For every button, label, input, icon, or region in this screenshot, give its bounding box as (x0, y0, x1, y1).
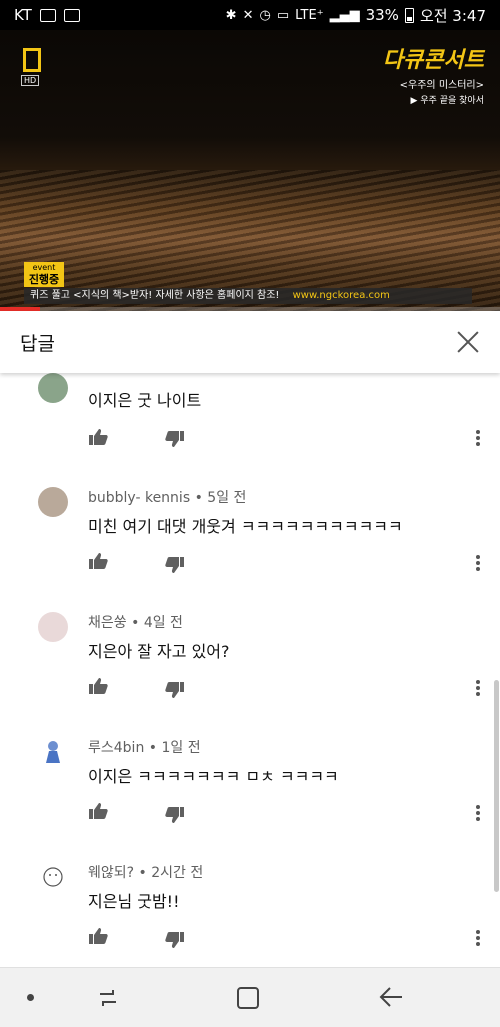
scrollbar[interactable] (494, 680, 499, 892)
avatar[interactable] (38, 737, 68, 767)
thumb-down-icon[interactable] (165, 931, 185, 949)
thumb-down-icon[interactable] (165, 806, 185, 824)
clock: 오전 3:47 (419, 6, 486, 25)
thumb-down-icon[interactable] (165, 430, 185, 448)
mute-icon: ✕ (242, 7, 254, 23)
comment-meta: 채은쑹 • 4일 전 (88, 615, 183, 631)
nav-dot-icon[interactable] (27, 994, 34, 1001)
comment-meta: 웨않되? • 2시간 전 (88, 865, 204, 881)
close-icon[interactable] (456, 330, 480, 354)
thumb-up-icon[interactable] (88, 428, 108, 446)
more-vert-icon[interactable] (470, 428, 486, 450)
comment-time: 5일 전 (207, 490, 247, 506)
comment-text: 이지은 ㅋㅋㅋㅋㅋㅋㅋ ㅁㅊ ㅋㅋㅋㅋ (88, 767, 339, 786)
hd-badge: HD (21, 75, 40, 86)
comment-time: 2시간 전 (151, 865, 204, 881)
replies-header: 답글 (0, 311, 500, 373)
more-vert-icon[interactable] (470, 928, 486, 950)
comment-time: 4일 전 (143, 615, 183, 631)
program-title: 다큐콘서트 (382, 48, 484, 73)
program-episode: ▶ 우주 끝을 찾아서 (410, 96, 484, 106)
program-title-overlay: 다큐콘서트 <우주의 미스터리> ▶ 우주 끝을 찾아서 (383, 42, 484, 106)
comment-text: 지은아 잘 자고 있어? (88, 642, 230, 661)
thumb-up-icon[interactable] (88, 927, 108, 945)
comment-author[interactable]: 채은쑹 (88, 615, 127, 631)
comment-item: 루스4bin • 1일 전 이지은 ㅋㅋㅋㅋㅋㅋㅋ ㅁㅊ ㅋㅋㅋㅋ (0, 737, 500, 862)
signal-icon: ▂▄▆ (329, 7, 360, 23)
avatar[interactable] (38, 612, 68, 642)
thumb-down-icon[interactable] (165, 556, 185, 574)
comment-author[interactable]: 웨않되? (88, 865, 134, 881)
comment-text: 미친 여기 대댓 개웃겨 ㅋㅋㅋㅋㅋㅋㅋㅋㅋㅋㅋ (88, 517, 403, 536)
back-icon[interactable] (378, 985, 404, 1009)
comment-item: 이지은 굿 나이트 (0, 373, 500, 462)
hd-voice-icon: ▭ (276, 7, 290, 23)
thumb-up-icon[interactable] (88, 677, 108, 695)
avatar-figure-icon (46, 741, 60, 763)
image-icon (39, 8, 56, 22)
ticker-banner: 퀴즈 풀고 <지식의 책>받자! 자세한 사항은 홈페이지 참조! www.ng… (24, 288, 472, 304)
gallery-icon (63, 8, 80, 22)
avatar[interactable] (38, 373, 68, 403)
event-label: event (32, 263, 56, 272)
bluetooth-icon: ✱ (225, 7, 237, 23)
network-label: LTE⁺ (295, 7, 324, 23)
alarm-icon: ◷ (259, 7, 271, 23)
comment-text: 이지은 굿 나이트 (88, 391, 202, 410)
replies-list[interactable]: 이지은 굿 나이트 bubbly- kennis • 5일 전 미친 여기 대댓… (0, 373, 500, 967)
more-vert-icon[interactable] (470, 553, 486, 575)
battery-icon (404, 7, 414, 23)
recent-apps-icon[interactable] (97, 988, 119, 1008)
event-badge: event 진행중 (24, 262, 64, 287)
comment-item: 웨않되? • 2시간 전 지은님 굿밤!! (0, 862, 500, 967)
carrier-label: KT (14, 6, 32, 24)
comment-item: 채은쑹 • 4일 전 지은아 잘 자고 있어? (0, 612, 500, 737)
event-status: 진행중 (28, 273, 60, 286)
status-bar: KT ✱ ✕ ◷ ▭ LTE⁺ ▂▄▆ 33% 오전 3:47 (0, 0, 500, 30)
battery-percent: 33% (365, 6, 399, 24)
thumb-down-icon[interactable] (165, 681, 185, 699)
avatar-doodle-icon (43, 867, 63, 887)
comment-text: 지은님 굿밤!! (88, 892, 180, 911)
video-player[interactable]: HD 다큐콘서트 <우주의 미스터리> ▶ 우주 끝을 찾아서 event 진행… (0, 30, 500, 311)
comment-meta: bubbly- kennis • 5일 전 (88, 490, 247, 506)
ticker-text: 퀴즈 풀고 <지식의 책>받자! 자세한 사항은 홈페이지 참조! (30, 290, 280, 301)
comment-author[interactable]: 루스4bin (88, 740, 144, 756)
comment-item: bubbly- kennis • 5일 전 미친 여기 대댓 개웃겨 ㅋㅋㅋㅋㅋ… (0, 487, 500, 612)
navigation-bar (0, 967, 500, 1027)
avatar[interactable] (38, 862, 68, 892)
ticker-url: www.ngckorea.com (292, 290, 390, 301)
national-geographic-logo (23, 48, 41, 72)
comment-meta: 루스4bin • 1일 전 (88, 740, 201, 756)
program-subtitle: <우주의 미스터리> (399, 80, 484, 91)
thumb-up-icon[interactable] (88, 552, 108, 570)
thumb-up-icon[interactable] (88, 802, 108, 820)
avatar[interactable] (38, 487, 68, 517)
comment-time: 1일 전 (161, 740, 201, 756)
more-vert-icon[interactable] (470, 678, 486, 700)
more-vert-icon[interactable] (470, 803, 486, 825)
comment-author[interactable]: bubbly- kennis (88, 490, 190, 506)
replies-title: 답글 (20, 332, 55, 355)
home-icon[interactable] (237, 987, 259, 1009)
